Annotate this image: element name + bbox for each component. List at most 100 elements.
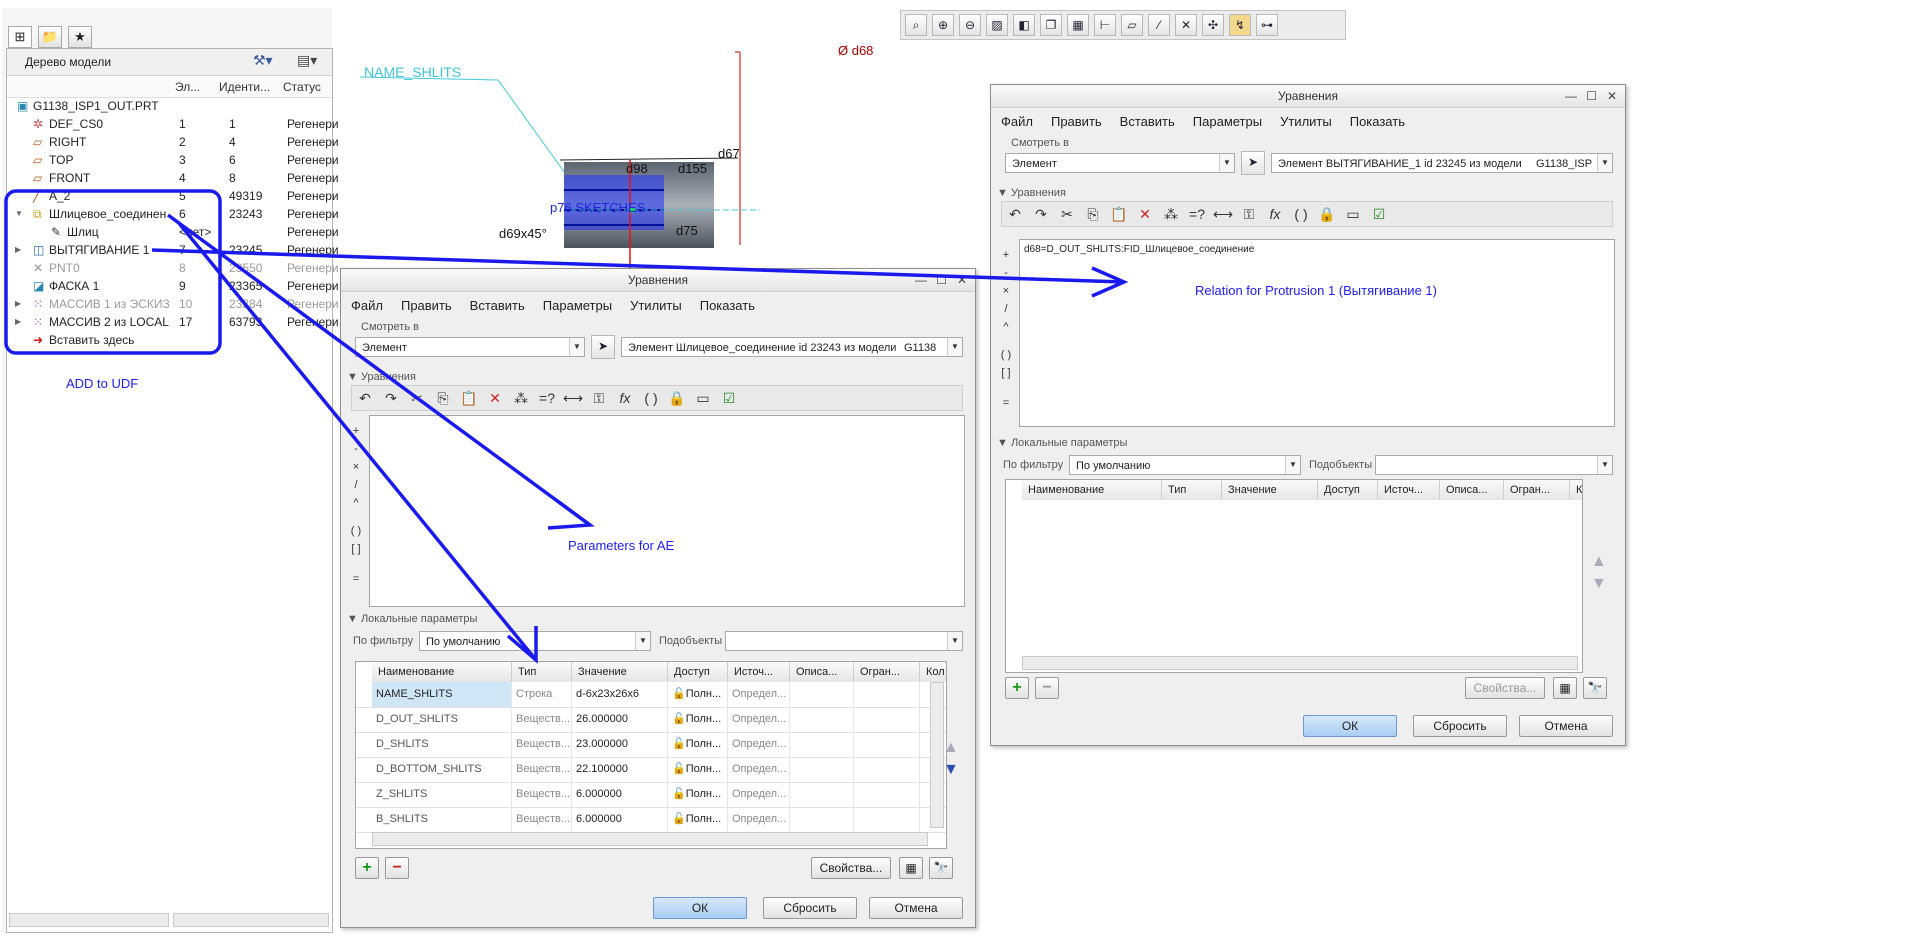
move-up-icon[interactable]: ▲ xyxy=(1591,553,1607,571)
model-tree-toggle-icon[interactable]: ⊶ xyxy=(1256,14,1278,36)
name-shlits-label[interactable]: NAME_SHLITS xyxy=(364,64,461,80)
move-down-icon[interactable]: ▼ xyxy=(1591,575,1607,593)
tree-col-num[interactable]: Эл... xyxy=(175,80,200,94)
operator-2-button[interactable]: × xyxy=(349,461,363,473)
dim-d68[interactable]: Ø d68 xyxy=(838,43,873,58)
tree-expander-icon[interactable]: ▶ xyxy=(15,295,25,313)
lock-icon[interactable]: 🔒 xyxy=(1316,203,1338,225)
reset-button[interactable]: Сбросить xyxy=(763,897,857,919)
tree-row[interactable]: ▱ RIGHT 2 4 Регенери xyxy=(15,133,339,151)
ok-button[interactable]: ОК xyxy=(653,897,747,919)
operator-3-button[interactable]: / xyxy=(999,303,1013,315)
view-orient-icon[interactable]: ◧ xyxy=(1013,14,1035,36)
dim-d155[interactable]: d155 xyxy=(678,161,707,176)
operator-1-button[interactable]: - xyxy=(999,267,1013,279)
parentheses-icon[interactable]: ( ) xyxy=(1290,203,1312,225)
operator-5-button[interactable]: ( ) xyxy=(999,349,1013,361)
tree-row[interactable]: ▱ FRONT 4 8 Регенери xyxy=(15,169,339,187)
cut-icon[interactable]: ✂ xyxy=(1056,203,1078,225)
zoom-in-icon[interactable]: ⊕ xyxy=(932,14,954,36)
column-header[interactable]: Наименование xyxy=(372,662,512,682)
menu-file[interactable]: Файл xyxy=(1001,114,1033,129)
menu-insert[interactable]: Вставить xyxy=(1120,114,1175,129)
column-header[interactable]: Источ... xyxy=(728,662,790,682)
find-icon[interactable]: 🔭 xyxy=(929,857,953,879)
annotation-icon[interactable]: ✣ xyxy=(1202,14,1224,36)
tree-row[interactable]: ◪ ФАСКА 1 9 23365 Регенери xyxy=(15,277,339,295)
insert-function-icon[interactable]: fx xyxy=(1264,203,1286,225)
csys-display-icon[interactable]: ✕ xyxy=(1175,14,1197,36)
add-param-button[interactable]: + xyxy=(1005,677,1029,699)
column-header[interactable]: Доступ xyxy=(1318,480,1378,500)
menu-show[interactable]: Показать xyxy=(700,298,755,313)
param-value[interactable]: 22.100000 xyxy=(572,757,668,782)
close-icon[interactable]: ✕ xyxy=(1607,85,1617,107)
param-value[interactable]: 6.000000 xyxy=(572,807,668,832)
tree-col-id[interactable]: Иденти... xyxy=(219,80,270,94)
remove-param-button[interactable]: − xyxy=(385,857,409,879)
operator-3-button[interactable]: / xyxy=(349,479,363,491)
reset-button[interactable]: Сбросить xyxy=(1413,715,1507,737)
tree-h-scrollbar-right[interactable] xyxy=(173,913,329,927)
operator-7-button[interactable]: = xyxy=(349,573,363,585)
operator-5-button[interactable]: ( ) xyxy=(349,525,363,537)
operator-6-button[interactable]: [ ] xyxy=(349,543,363,555)
menu-edit[interactable]: Править xyxy=(1051,114,1102,129)
verify-icon[interactable]: =? xyxy=(1186,203,1208,225)
operator-7-button[interactable]: = xyxy=(999,397,1013,409)
tree-show-icon[interactable]: ▤▾ xyxy=(297,52,317,69)
column-header[interactable]: Тип xyxy=(512,662,572,682)
move-down-icon[interactable]: ▼ xyxy=(943,761,959,779)
evaluate-icon[interactable]: ⁂ xyxy=(1160,203,1182,225)
minimize-icon[interactable]: — xyxy=(915,269,927,291)
tree-row[interactable]: ✎ Шлиц <нет> Регенери xyxy=(15,223,339,241)
spin-center-icon[interactable]: ↯ xyxy=(1229,14,1251,36)
table-row[interactable]: D_BOTTOM_SHLITS Веществ... 22.100000 🔓Полн.… xyxy=(356,757,946,783)
tree-h-scrollbar-left[interactable] xyxy=(9,913,169,927)
maximize-icon[interactable]: ☐ xyxy=(936,269,947,291)
sort-relations-icon[interactable]: ⚿ xyxy=(1238,203,1260,225)
table-row[interactable]: NAME_SHLITS Строка d-6x23x26x6 🔓Полн... Опре… xyxy=(356,682,946,708)
undo-icon[interactable]: ↶ xyxy=(1004,203,1026,225)
zoom-fit-icon[interactable]: ⌕ xyxy=(905,14,927,36)
column-header[interactable]: Доступ xyxy=(668,662,728,682)
redo-icon[interactable]: ↷ xyxy=(1030,203,1052,225)
tree-row[interactable]: ▶ ⁙ МАССИВ 1 из ЭСКИЗ 10 23284 Регенери xyxy=(15,295,339,313)
table-row[interactable]: D_OUT_SHLITS Веществ... 26.000000 🔓Полн... О… xyxy=(356,707,946,733)
params-v-scrollbar[interactable] xyxy=(930,682,944,828)
select-arrow-icon[interactable]: ➤ xyxy=(1241,151,1265,175)
properties-button[interactable]: Свойства... xyxy=(1465,677,1545,699)
params-h-scrollbar[interactable] xyxy=(372,832,928,846)
menu-insert[interactable]: Вставить xyxy=(470,298,525,313)
operator-4-button[interactable]: ^ xyxy=(349,497,363,509)
tree-row[interactable]: ▱ TOP 3 6 Регенери xyxy=(15,151,339,169)
close-icon[interactable]: ✕ xyxy=(957,269,967,291)
column-header[interactable]: Значение xyxy=(572,662,668,682)
column-header[interactable]: Описа... xyxy=(790,662,854,682)
dim-p76-sketches[interactable]: p76 SKETCHES xyxy=(550,200,645,215)
ok-button[interactable]: ОК xyxy=(1303,715,1397,737)
menu-file[interactable]: Файл xyxy=(351,298,383,313)
menu-utilities[interactable]: Утилиты xyxy=(1280,114,1332,129)
copy-icon[interactable]: ⎘ xyxy=(1082,203,1104,225)
datum-plane-icon[interactable]: ▱ xyxy=(1121,14,1143,36)
tree-col-status[interactable]: Статус xyxy=(283,80,321,94)
select-arrow-icon[interactable]: ➤ xyxy=(591,335,615,359)
dim-d98[interactable]: d98 xyxy=(626,161,648,176)
cancel-button[interactable]: Отмена xyxy=(869,897,963,919)
maximize-icon[interactable]: ☐ xyxy=(1586,85,1597,107)
look-in-type-select[interactable]: Элемент ▼ xyxy=(1005,153,1235,173)
param-value[interactable]: 6.000000 xyxy=(572,782,668,807)
table-row[interactable]: B_SHLITS Веществ... 6.000000 🔓Полн... Опреде… xyxy=(356,807,946,833)
parentheses-icon[interactable]: ( ) xyxy=(640,387,662,409)
param-value[interactable]: 23.000000 xyxy=(572,732,668,757)
copy-icon[interactable]: ⎘ xyxy=(432,387,454,409)
saved-views-icon[interactable]: ❐ xyxy=(1040,14,1062,36)
tree-row[interactable]: ▶ ⁙ МАССИВ 2 из LOCAL 17 63793 Регенери xyxy=(15,313,339,331)
tree-row[interactable]: ▣ G1138_ISP1_OUT.PRT xyxy=(15,97,325,115)
paste-icon[interactable]: 📋 xyxy=(458,387,480,409)
look-in-type-select[interactable]: Элемент ▼ xyxy=(355,337,585,357)
insert-dimension-icon[interactable]: ⟷ xyxy=(562,387,584,409)
column-header[interactable]: Колич xyxy=(1570,480,1582,500)
check-icon[interactable]: ☑ xyxy=(1368,203,1390,225)
